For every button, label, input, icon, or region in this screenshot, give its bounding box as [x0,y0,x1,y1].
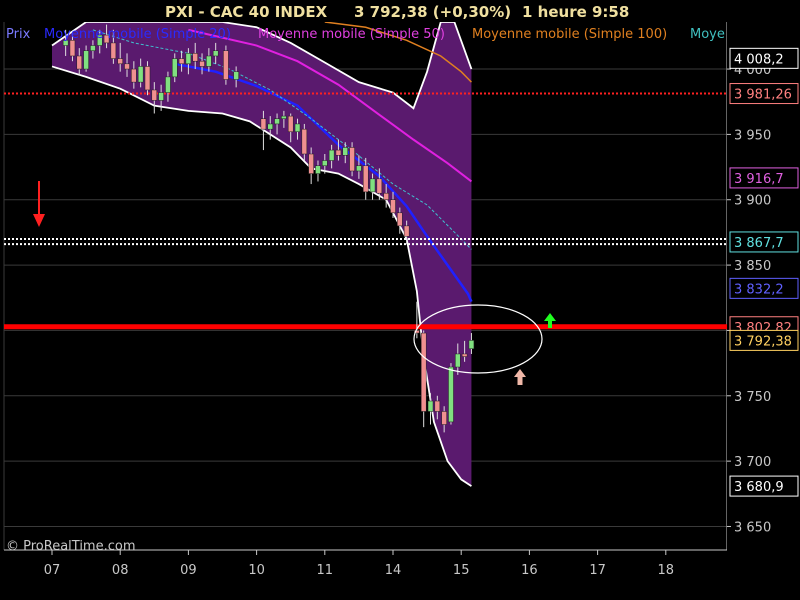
candle-body [362,165,369,193]
price-box-label: 3 916,7 [734,172,784,187]
legend-item: Prix [6,27,31,42]
legend: Prix Moyenne mobile (Simple 20) Moyenne mo… [6,27,725,42]
candle-body [206,55,212,67]
candle-body [76,55,83,70]
candle-body [420,332,427,412]
candle-body [185,53,192,65]
price-box: 3 867,7 [729,231,799,253]
candle-body [441,411,447,425]
x-tick-label: 07 [44,563,61,578]
price-box-label: 3 981,26 [734,88,792,103]
legend-item: Moyenne mobile (Simple 50) [258,27,445,42]
price-box: 3 832,2 [729,277,799,299]
candle-body [468,340,475,349]
x-tick-label: 16 [521,563,538,578]
candle-body [322,160,328,167]
candle-body [124,63,130,70]
candle-body [281,115,287,119]
price-box: 3 680,9 [729,475,799,497]
candle-body [131,68,137,83]
candle-body [178,58,185,65]
x-tick-label: 10 [248,563,265,578]
price-box-label: 3 680,9 [734,480,784,495]
candle-body [315,165,321,174]
candle-body [434,400,441,412]
timeframe-label: 1 heure 9:58 [522,3,629,21]
legend-item: Moye [690,27,725,42]
x-tick-label: 14 [385,563,402,578]
candle-body [158,92,164,101]
x-tick-label: 15 [453,563,470,578]
candle-body [287,115,294,133]
y-tick-label: 3 750 [734,390,771,405]
x-tick-label: 08 [112,563,129,578]
candle-body [349,147,355,172]
candle-body [390,199,396,214]
price-box: 4 008,2 [729,47,799,69]
y-tick-label: 3 700 [734,455,771,470]
price-box-label: 3 867,7 [734,236,784,251]
candle-body [110,42,117,59]
chart-background [0,0,800,600]
candle-body [369,178,376,193]
candle-body [233,71,239,80]
price-box: 3 916,7 [729,167,799,189]
candle-body [397,212,403,227]
y-tick-label: 3 850 [734,259,771,274]
watermark: © ProRealTime.com [6,539,136,554]
candle-body [328,149,335,161]
candle-body [83,50,89,70]
candle-body [172,58,178,78]
price-box-label: 3 792,38 [734,334,792,349]
candle-body [192,53,198,62]
candle-body [294,123,301,133]
candle-body [301,128,308,155]
candle-body [335,149,342,156]
legend-item: Moyenne mobile (Simple 20) [44,27,231,42]
x-tick-label: 11 [317,563,334,578]
candle-body [342,147,349,156]
candle-body [356,165,362,172]
candle-body [90,45,96,52]
y-tick-label: 3 950 [734,128,771,143]
legend-item: Moyenne mobile (Simple 100) [472,27,667,42]
candle-body [403,225,410,237]
candle-body [223,50,229,80]
candle-body [267,123,273,130]
price-box-label: 3 832,2 [734,282,784,297]
candle-body [212,50,219,57]
candle-body [117,58,123,65]
candle-body [151,89,158,101]
candle-body [260,118,267,130]
price-box: 3 981,26 [729,83,799,105]
candle-body [376,178,383,194]
candle-body [274,118,280,125]
candle-body [461,353,468,357]
x-tick-label: 17 [589,563,606,578]
candle-body [455,353,461,368]
candle-body [383,192,389,200]
candle-body [308,153,314,174]
candle-body [448,366,454,423]
x-tick-label: 09 [180,563,197,578]
candle-body [69,40,76,57]
candle-body [427,400,434,412]
price-chart[interactable]: 3 6503 7003 7503 8003 8503 9003 9504 000… [0,0,800,600]
chart-title: PXI - CAC 40 INDEX [165,3,328,21]
price-box: 3 792,38 [729,329,799,351]
x-tick-label: 18 [658,563,675,578]
price-box-label: 4 008,2 [734,52,784,67]
candle-body [137,66,144,83]
y-tick-label: 3 900 [734,194,771,209]
candle-body [165,76,171,93]
candle-body [144,66,151,91]
y-tick-label: 3 650 [734,520,771,535]
current-quote: 3 792,38 (+0,30%) [354,3,511,21]
candle-body [199,60,205,67]
